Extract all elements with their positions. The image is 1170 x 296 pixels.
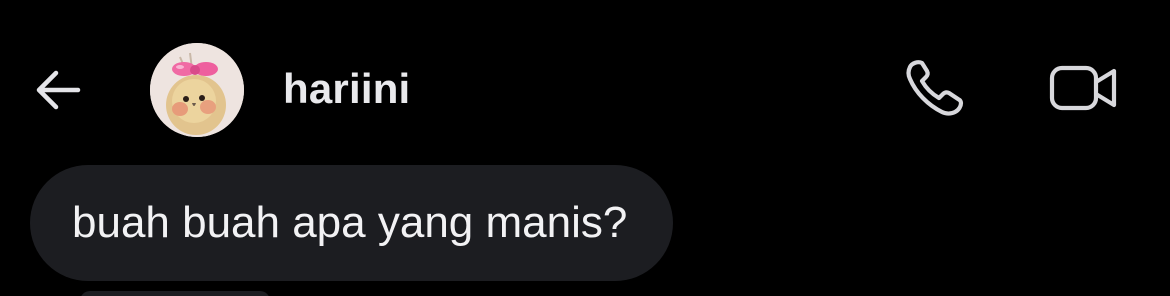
message-bubble-incoming[interactable]: buah buah apa yang manis? <box>30 165 674 281</box>
video-call-button[interactable] <box>1046 60 1122 116</box>
next-message-bubble-edge <box>80 291 270 296</box>
message-text: buah buah apa yang manis? <box>72 198 628 247</box>
back-button[interactable] <box>30 60 90 120</box>
video-camera-icon <box>1049 65 1117 111</box>
chat-screen: hariini buah buah apa yang manis? <box>0 0 1170 296</box>
avatar-image <box>150 43 244 137</box>
avatar[interactable] <box>150 43 244 137</box>
arrow-left-icon <box>36 70 81 110</box>
phone-icon <box>906 60 964 116</box>
voice-call-button[interactable] <box>898 55 974 121</box>
chat-username[interactable]: hariini <box>283 63 410 115</box>
